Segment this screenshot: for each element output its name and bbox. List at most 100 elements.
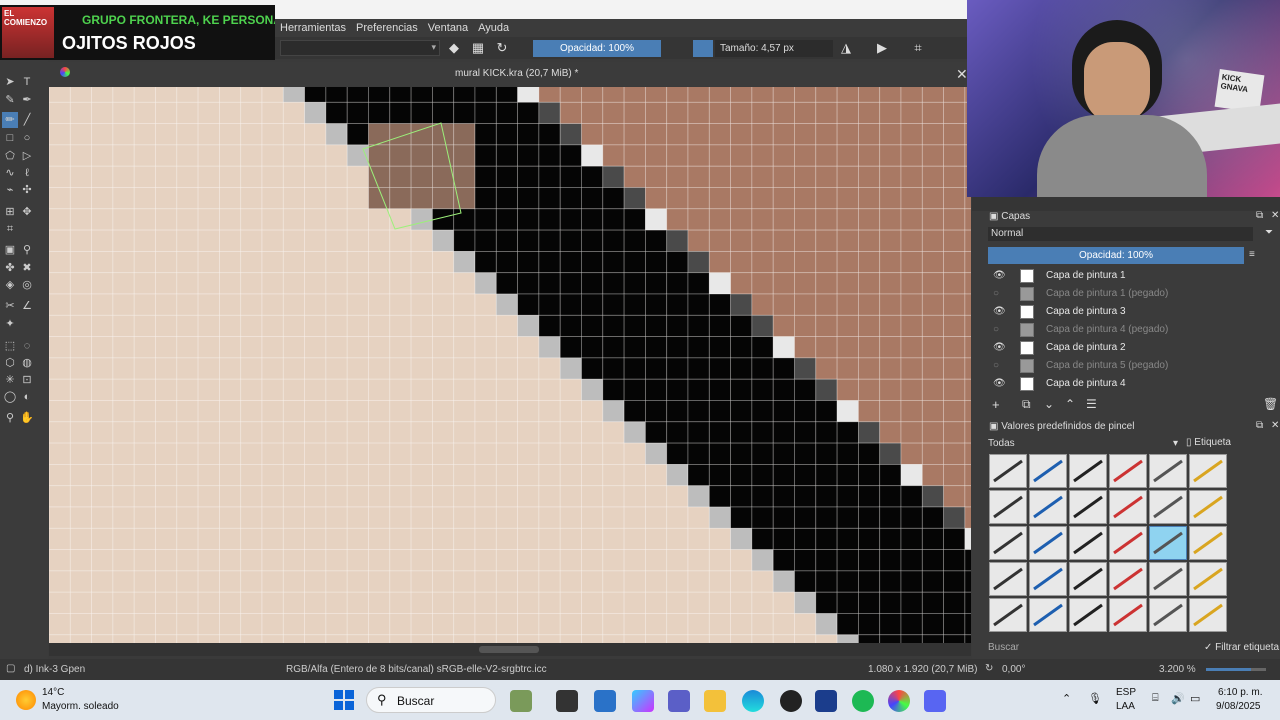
start-icon[interactable] <box>334 690 354 710</box>
visibility-eye-icon[interactable]: ○ <box>993 324 999 335</box>
brush-preset[interactable] <box>1029 526 1067 560</box>
delete-layer-icon[interactable]: 🗑 <box>1263 397 1278 411</box>
crop-icon[interactable]: ⌗ <box>909 39 927 57</box>
battery-icon[interactable]: ▭ <box>1190 692 1200 705</box>
size-slider[interactable]: Tamaño: 4,57 px <box>715 40 833 57</box>
brush-preset[interactable] <box>1149 490 1187 524</box>
menu-preferencias[interactable]: Preferencias <box>356 22 418 34</box>
opacity-slider[interactable]: Opacidad: 100% <box>533 40 661 57</box>
crop-tool-icon[interactable]: ⌗ <box>2 221 18 237</box>
layer-row[interactable]: 👁 Capa de pintura 4 <box>988 375 1268 393</box>
weather-desc[interactable]: Mayorm. soleado <box>42 701 119 712</box>
float-icon[interactable]: ⧉ <box>1256 210 1263 221</box>
select-icon[interactable]: ➤ <box>2 74 18 90</box>
copilot-icon[interactable] <box>632 690 654 712</box>
pan-icon[interactable]: ✋ <box>19 410 35 426</box>
visibility-eye-icon[interactable]: 👁 <box>993 342 1006 353</box>
brush-preset[interactable] <box>1109 490 1147 524</box>
fill-icon[interactable]: ◈ <box>2 277 18 293</box>
task-view-icon[interactable] <box>556 690 578 712</box>
brush-preset[interactable] <box>1069 598 1107 632</box>
visibility-eye-icon[interactable]: 👁 <box>993 378 1006 389</box>
duplicate-layer-icon[interactable]: ⧉ <box>1022 397 1031 412</box>
brush-filter-dropdown[interactable]: Todas ▾ <box>988 437 1178 451</box>
horizontal-scrollbar[interactable] <box>49 643 971 656</box>
brush-preset[interactable] <box>1189 562 1227 596</box>
layer-row[interactable]: ○ Capa de pintura 5 (pegado) <box>988 357 1268 375</box>
brush-preset[interactable] <box>989 526 1027 560</box>
clock-time[interactable]: 6:10 p. m. <box>1218 687 1262 698</box>
magnetic-select-icon[interactable]: ◐ <box>19 389 35 405</box>
brush-preset[interactable] <box>1149 526 1187 560</box>
ellipse-select-icon[interactable]: ◌ <box>19 338 35 354</box>
scroll-thumb[interactable] <box>479 646 539 653</box>
preserve-alpha-icon[interactable]: ▦ <box>469 39 487 57</box>
freehand-path-icon[interactable]: ℓ <box>19 165 35 181</box>
explorer-icon[interactable] <box>704 690 726 712</box>
brush-preset[interactable] <box>1109 454 1147 488</box>
text-icon[interactable]: T <box>19 74 35 90</box>
weather-temp[interactable]: 14°C <box>42 687 64 698</box>
brush-preset[interactable] <box>1189 454 1227 488</box>
brush-preset[interactable] <box>989 598 1027 632</box>
microphone-icon[interactable]: 🎙 <box>1088 692 1102 705</box>
dynamic-brush-icon[interactable]: ⌁ <box>2 182 18 198</box>
move-down-icon[interactable]: ⌄ <box>1044 397 1054 411</box>
colorize-icon[interactable]: ✤ <box>2 260 18 276</box>
layer-row[interactable]: ○ Capa de pintura 4 (pegado) <box>988 321 1268 339</box>
brush-search-input[interactable]: Buscar <box>988 642 1019 653</box>
clock-date[interactable]: 9/08/2025 <box>1216 701 1261 712</box>
menu-ventana[interactable]: Ventana <box>428 22 468 34</box>
visibility-eye-icon[interactable]: ○ <box>993 360 999 371</box>
zoom-slider[interactable] <box>1206 668 1266 671</box>
close-icon[interactable]: ✕ <box>956 66 968 83</box>
brush-preset[interactable] <box>1149 562 1187 596</box>
brush-preset[interactable] <box>1189 490 1227 524</box>
volume-icon[interactable]: 🔊 <box>1171 692 1185 705</box>
krita-taskbar-icon[interactable] <box>888 690 910 712</box>
filter-icon[interactable]: ⏷ <box>1265 227 1273 238</box>
brush-preset[interactable] <box>1029 454 1067 488</box>
rectangle-icon[interactable]: □ <box>2 130 18 146</box>
layer-row[interactable]: 👁 Capa de pintura 2 <box>988 339 1268 357</box>
multibrush-icon[interactable]: ✣ <box>19 182 35 198</box>
enclose-fill-icon[interactable]: ◎ <box>19 277 35 293</box>
brush-preset[interactable] <box>1069 490 1107 524</box>
add-layer-icon[interactable]: + <box>992 397 1000 412</box>
polyline-icon[interactable]: ▷ <box>19 148 35 164</box>
tag-button[interactable]: ▯ Etiqueta <box>1186 437 1231 448</box>
teams-icon[interactable] <box>668 690 690 712</box>
brush-preset[interactable] <box>1029 490 1067 524</box>
brush-preset[interactable] <box>1189 526 1227 560</box>
brush-preset[interactable] <box>1029 562 1067 596</box>
status-rotation[interactable]: 0,00° <box>1002 664 1025 675</box>
brush-preset[interactable] <box>1029 598 1067 632</box>
mirror-horizontal-icon[interactable]: ◮ <box>837 39 855 57</box>
filter-tag-checkbox[interactable]: ✓ Filtrar etiqueta <box>1204 642 1279 653</box>
network-icon[interactable]: ⌸ <box>1152 692 1159 705</box>
brush-preset[interactable] <box>1069 562 1107 596</box>
eraser-icon[interactable]: ◆ <box>445 39 463 57</box>
brush-preset[interactable] <box>1109 562 1147 596</box>
brush-preset[interactable] <box>989 562 1027 596</box>
brush-preset[interactable] <box>1149 598 1187 632</box>
app-game-icon[interactable] <box>510 690 532 712</box>
edge-icon[interactable] <box>742 690 764 712</box>
rotate-icon[interactable]: ↻ <box>985 663 993 674</box>
lang-primary[interactable]: ESP <box>1116 687 1136 698</box>
obs-icon[interactable] <box>780 690 802 712</box>
brush-preset[interactable] <box>989 454 1027 488</box>
taskbar-search[interactable]: ⚲ Buscar <box>366 687 496 713</box>
brush-icon[interactable]: ✏ <box>2 112 18 128</box>
bezier-icon[interactable]: ∿ <box>2 165 18 181</box>
float-brush-icon[interactable]: ⧉ <box>1256 420 1263 431</box>
visibility-eye-icon[interactable]: ○ <box>993 288 999 299</box>
transform-icon[interactable]: ⊞ <box>2 204 18 220</box>
color-swatch[interactable] <box>693 40 713 57</box>
visibility-eye-icon[interactable]: 👁 <box>993 270 1006 281</box>
close-brush-icon[interactable]: ✕ <box>1271 420 1279 431</box>
brush-preset[interactable] <box>1069 454 1107 488</box>
calligraphy-icon[interactable]: ✒ <box>19 92 35 108</box>
brush-preset[interactable] <box>989 490 1027 524</box>
similar-select-icon[interactable]: ⊡ <box>19 372 35 388</box>
